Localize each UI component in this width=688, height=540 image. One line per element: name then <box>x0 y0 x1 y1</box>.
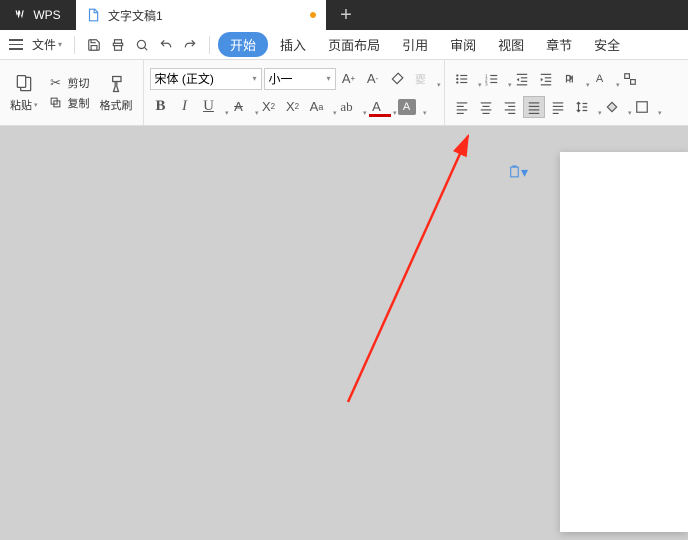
wps-logo-icon <box>15 8 29 22</box>
align-right-button[interactable] <box>499 96 521 118</box>
paste-button[interactable]: 粘贴▾ <box>6 64 42 121</box>
line-spacing-button[interactable]: A▾ <box>589 68 617 90</box>
format-painter-button[interactable]: 格式刷 <box>96 64 137 121</box>
text-direction-button[interactable]: ▾ <box>559 68 587 90</box>
save-icon[interactable] <box>83 34 105 56</box>
titlebar: WPS 文字文稿1 + <box>0 0 688 30</box>
decrease-indent-button[interactable] <box>511 68 533 90</box>
clear-format-button[interactable] <box>386 68 408 90</box>
tab-page-layout[interactable]: 页面布局 <box>318 31 390 58</box>
copy-icon <box>48 95 64 111</box>
spacing-button[interactable]: ▾ <box>571 96 599 118</box>
subscript-button[interactable]: X2 <box>282 96 304 118</box>
increase-indent-button[interactable] <box>535 68 557 90</box>
align-justify-button[interactable] <box>523 96 545 118</box>
italic-button[interactable]: I <box>174 96 196 118</box>
redo-icon[interactable] <box>179 34 201 56</box>
paste-icon <box>13 73 35 95</box>
page[interactable]: ▾ <box>560 152 688 532</box>
tab-references[interactable]: 引用 <box>392 31 438 58</box>
print-icon[interactable] <box>107 34 129 56</box>
shading-icon: A <box>398 99 416 115</box>
font-color-button[interactable]: A▾ <box>366 96 394 118</box>
document-canvas[interactable]: ▾ <box>0 126 688 540</box>
tab-security[interactable]: 安全 <box>584 31 630 58</box>
increase-font-button[interactable]: A+ <box>338 68 360 90</box>
paste-options-icon[interactable]: ▾ <box>508 162 528 182</box>
highlight-button[interactable]: A▾ <box>396 96 424 118</box>
copy-button[interactable]: 复制 <box>46 94 92 112</box>
modified-indicator-icon <box>310 12 316 18</box>
document-icon <box>86 8 100 22</box>
paragraph-group: ▾ 123▾ ▾ A▾ ▾ ▾ ▾ <box>445 60 665 125</box>
tab-start[interactable]: 开始 <box>218 32 268 57</box>
cut-button[interactable]: ✂剪切 <box>46 74 92 92</box>
bold-button[interactable]: B <box>150 96 172 118</box>
undo-icon[interactable] <box>155 34 177 56</box>
font-size-combo[interactable]: 小一▾ <box>264 68 336 90</box>
hamburger-menu-icon[interactable] <box>6 39 26 50</box>
shading-button[interactable]: ▾ <box>601 96 629 118</box>
border-button[interactable]: ▾ <box>631 96 659 118</box>
print-preview-icon[interactable] <box>131 34 153 56</box>
tab-review[interactable]: 审阅 <box>440 31 486 58</box>
decrease-font-button[interactable]: A- <box>362 68 384 90</box>
arrange-button[interactable] <box>619 68 641 90</box>
distribute-button[interactable] <box>547 96 569 118</box>
scissors-icon: ✂ <box>48 75 64 91</box>
strikethrough-button[interactable]: A▾ <box>228 96 256 118</box>
tab-section[interactable]: 章节 <box>536 31 582 58</box>
document-tab[interactable]: 文字文稿1 <box>76 0 326 30</box>
change-case-button[interactable]: Aa▾ <box>306 96 334 118</box>
align-left-button[interactable] <box>451 96 473 118</box>
superscript-button[interactable]: X2 <box>258 96 280 118</box>
underline-button[interactable]: U▾ <box>198 96 226 118</box>
separator <box>209 36 210 54</box>
tab-label: 文字文稿1 <box>108 7 163 24</box>
char-border-button[interactable]: ab▾ <box>336 96 364 118</box>
phonetic-guide-button[interactable]: 夒▾ <box>410 68 438 90</box>
new-tab-button[interactable]: + <box>326 0 366 30</box>
tab-view[interactable]: 视图 <box>488 31 534 58</box>
align-center-button[interactable] <box>475 96 497 118</box>
separator <box>74 36 75 54</box>
menubar: 文件▾ 开始 插入 页面布局 引用 审阅 视图 章节 安全 <box>0 30 688 60</box>
brush-icon <box>105 73 127 95</box>
bullet-list-button[interactable]: ▾ <box>451 68 479 90</box>
font-family-combo[interactable]: 宋体 (正文)▾ <box>150 68 262 90</box>
clipboard-group: 粘贴▾ ✂剪切 复制 格式刷 <box>0 60 144 125</box>
ribbon: 粘贴▾ ✂剪切 复制 格式刷 宋体 (正文)▾ 小一▾ A+ A- 夒▾ B I <box>0 60 688 126</box>
font-group: 宋体 (正文)▾ 小一▾ A+ A- 夒▾ B I U▾ A▾ X2 X2 Aa… <box>144 60 445 125</box>
svg-text:3: 3 <box>485 81 488 86</box>
brand-label: WPS <box>0 0 76 30</box>
number-list-button[interactable]: 123▾ <box>481 68 509 90</box>
tab-insert[interactable]: 插入 <box>270 31 316 58</box>
file-menu[interactable]: 文件▾ <box>28 36 66 53</box>
